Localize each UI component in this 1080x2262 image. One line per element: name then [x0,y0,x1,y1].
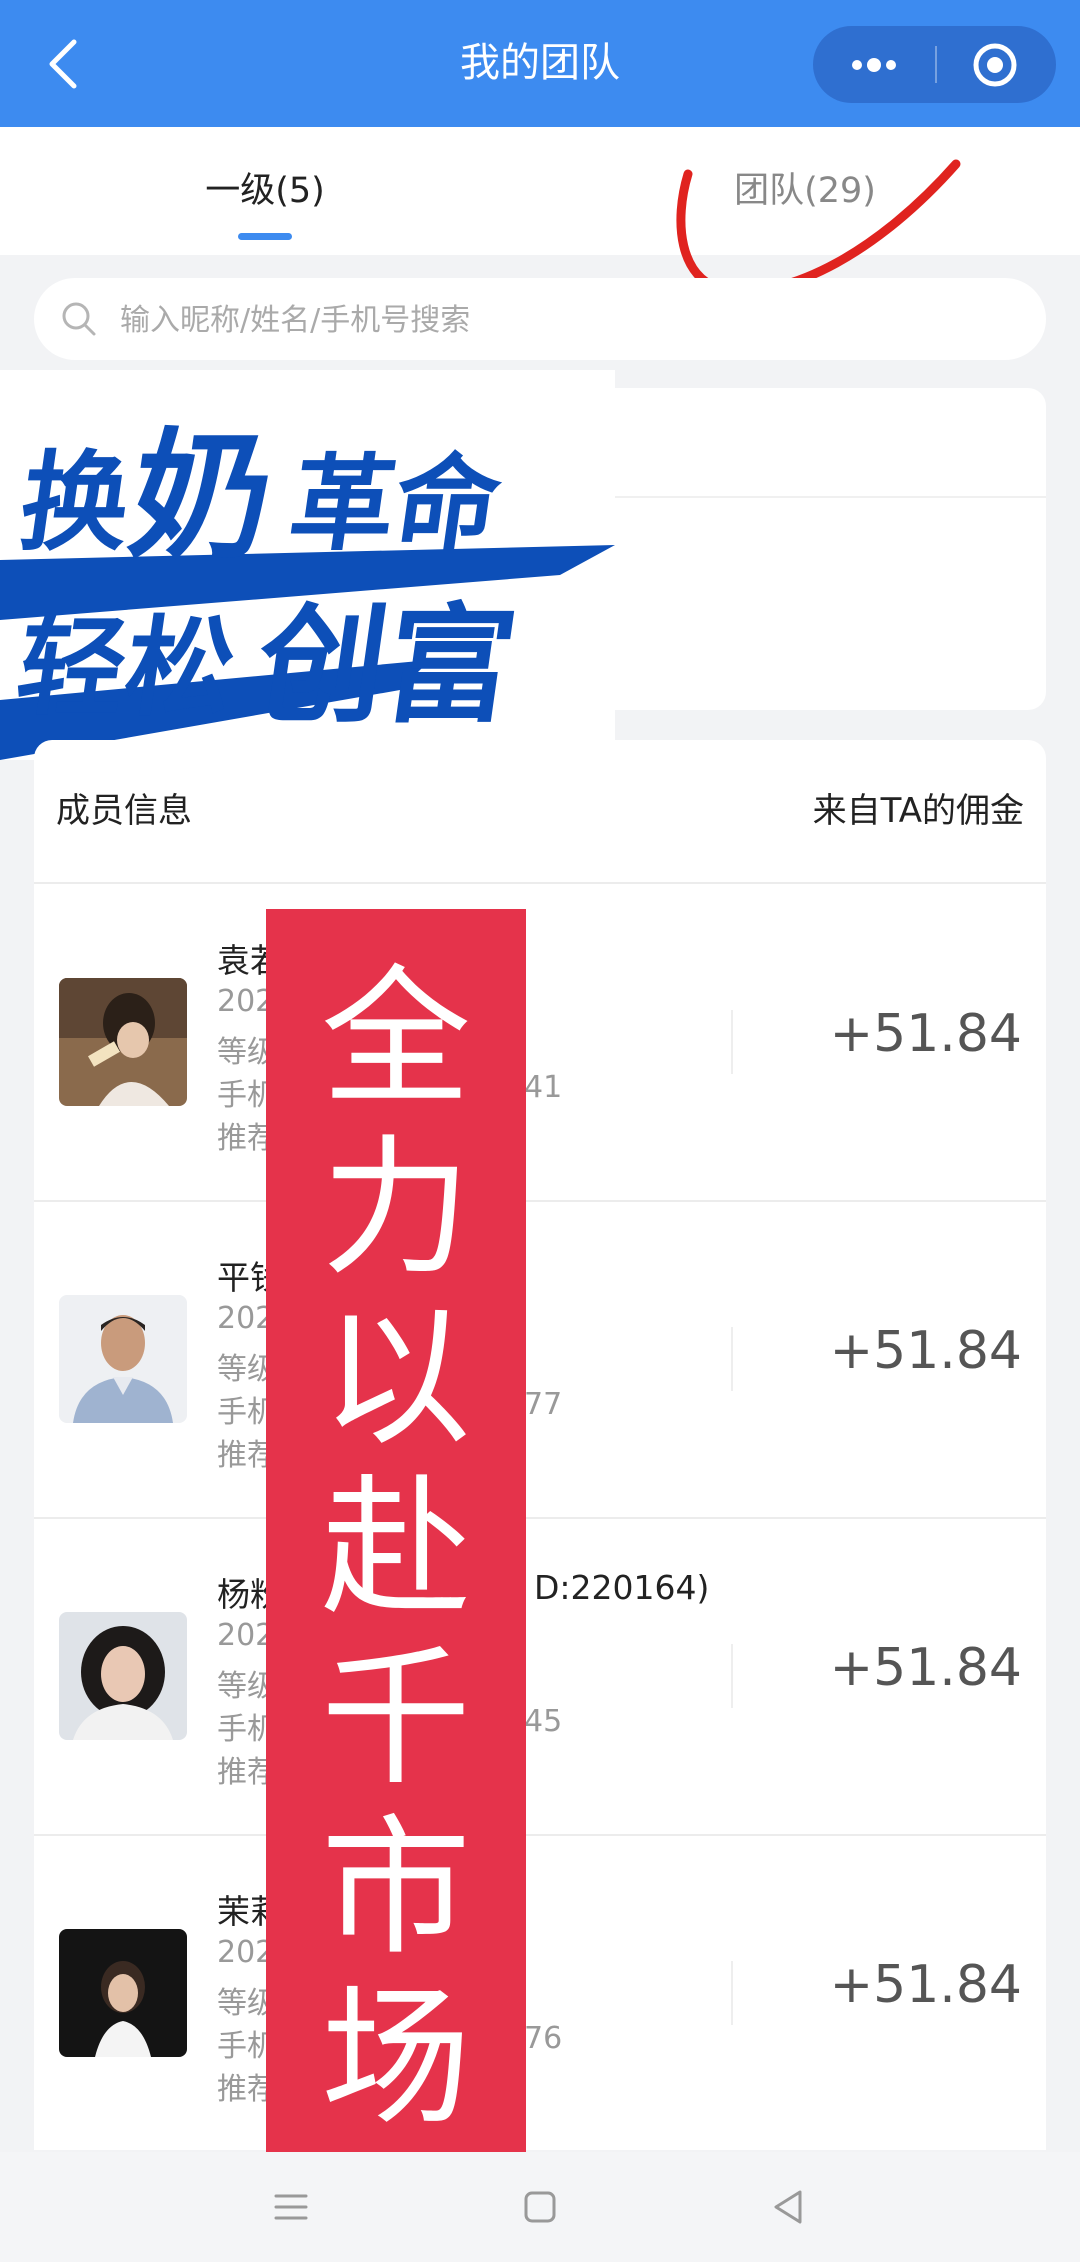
commission-amount: +51.84 [829,1955,1022,2015]
member-row[interactable]: 袁若 202 等级 手机 41 推荐 +51.84 [34,884,1046,1202]
slogan-char: 赴 [320,1462,471,1636]
avatar [59,1929,187,2057]
row-divider [731,1327,733,1391]
list-header: 成员信息 来自TA的佣金 [34,740,1046,884]
slogan-char: 市 [320,1802,471,1976]
member-id-tail: D:220164) [534,1568,710,1607]
slogan-char: 全 [320,952,471,1126]
banner-text-1b: 奶 [121,416,284,579]
more-button[interactable] [813,26,934,103]
promo-banner: 换 奶 革命 轻松 创富 [0,370,615,760]
slogan-char: 场 [320,1972,471,2146]
home-icon[interactable] [515,2182,565,2232]
member-phone-tail: 41 [524,1070,563,1105]
avatar [59,978,187,1106]
mini-program-capsule [813,26,1056,103]
member-list: 成员信息 来自TA的佣金 袁若 202 等级 手机 41 推荐 +51.84 平… [34,740,1046,2150]
banner-text-2b: 创富 [248,593,525,741]
commission-amount: +51.84 [829,1638,1022,1698]
banner-text-2a: 轻松 [9,604,243,730]
commission-amount: +51.84 [829,1004,1022,1064]
back-icon[interactable] [40,36,90,92]
target-icon [973,43,1017,87]
back-nav-icon[interactable] [764,2182,814,2232]
commission-amount: +51.84 [829,1321,1022,1381]
member-info-heading: 成员信息 [56,791,192,831]
search-icon [62,302,96,336]
search-bar [34,278,1046,362]
active-tab-indicator [238,233,292,240]
avatar [59,1612,187,1740]
slogan-char: 以 [320,1292,471,1466]
search-input[interactable] [118,278,1002,362]
slogan-overlay: 全 力 以 赴 千 市 场 [266,909,526,2155]
row-divider [731,1644,733,1708]
close-program-button[interactable] [937,26,1056,103]
member-phone-tail: 77 [524,1387,563,1422]
member-phone-tail: 76 [524,2021,563,2056]
slogan-char: 千 [320,1632,471,1806]
avatar [59,1295,187,1423]
banner-text-1a: 换 [12,439,138,565]
banner-text-1c: 革命 [283,443,509,564]
tab-bar: 一级(5) 团队(29) [0,127,1080,255]
more-dots-icon [852,58,896,72]
system-nav-bar [0,2152,1080,2262]
menu-icon[interactable] [266,2182,316,2232]
tab-team[interactable]: 团队(29) [700,127,910,255]
member-row[interactable]: 杨粉 D:220164) 202 等级 手机 45 推荐 +51.84 [34,1518,1046,1836]
row-divider [731,1010,733,1074]
slogan-char: 力 [320,1122,471,1296]
member-phone-tail: 45 [524,1704,563,1739]
row-divider [731,1961,733,2025]
member-row[interactable]: 茉莉 202 等级 手机 76 推荐 +51.84 [34,1835,1046,2150]
commission-heading: 来自TA的佣金 [812,791,1024,831]
promo-banner-graphic: 换 奶 革命 轻松 创富 [0,416,615,760]
member-row[interactable]: 平钱 202 等级 手机 77 推荐 +51.84 [34,1201,1046,1519]
